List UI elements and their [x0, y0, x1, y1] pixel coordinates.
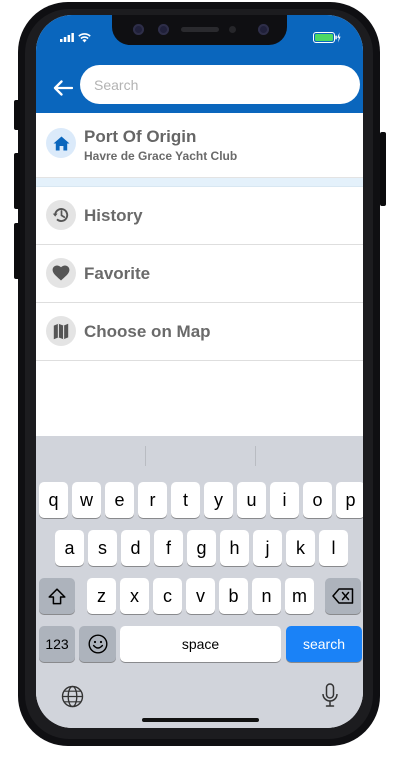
- status-bar: [36, 15, 363, 63]
- key-k[interactable]: k: [286, 530, 315, 566]
- history-icon-badge: [46, 200, 76, 230]
- origin-title: Port Of Origin: [84, 127, 197, 146]
- camera-notch: [112, 15, 287, 45]
- choose-on-map-item[interactable]: Choose on Map: [36, 303, 363, 361]
- key-d[interactable]: d: [121, 530, 150, 566]
- key-s[interactable]: s: [88, 530, 117, 566]
- key-q[interactable]: q: [39, 482, 68, 518]
- origin-subtitle: Havre de Grace Yacht Club: [84, 149, 238, 163]
- suggestion-divider: [145, 446, 146, 466]
- key-p[interactable]: p: [336, 482, 363, 518]
- key-i[interactable]: i: [270, 482, 299, 518]
- key-u[interactable]: u: [237, 482, 266, 518]
- volume-down-button: [14, 223, 20, 279]
- globe-icon[interactable]: [61, 685, 84, 708]
- cellular-signal-icon: [60, 33, 74, 42]
- key-n[interactable]: n: [252, 578, 281, 614]
- key-z[interactable]: z: [87, 578, 116, 614]
- back-button[interactable]: [48, 73, 78, 103]
- search-key[interactable]: search: [286, 626, 362, 662]
- search-box[interactable]: [80, 65, 360, 104]
- wifi-icon: [78, 33, 91, 43]
- backspace-key[interactable]: [325, 578, 361, 614]
- key-x[interactable]: x: [120, 578, 149, 614]
- favorite-item[interactable]: Favorite: [36, 245, 363, 303]
- history-label: History: [84, 206, 143, 225]
- favorite-icon-badge: [46, 258, 76, 288]
- key-m[interactable]: m: [285, 578, 314, 614]
- key-t[interactable]: t: [171, 482, 200, 518]
- key-w[interactable]: w: [72, 482, 101, 518]
- key-y[interactable]: y: [204, 482, 233, 518]
- key-r[interactable]: r: [138, 482, 167, 518]
- arrow-left-icon: [53, 80, 73, 96]
- numbers-key[interactable]: 123: [39, 626, 75, 662]
- key-e[interactable]: e: [105, 482, 134, 518]
- choose-on-map-label: Choose on Map: [84, 322, 211, 341]
- key-f[interactable]: f: [154, 530, 183, 566]
- face-id-camera-icon: [258, 24, 269, 35]
- key-h[interactable]: h: [220, 530, 249, 566]
- sensor-icon: [158, 24, 169, 35]
- emoji-key[interactable]: [79, 626, 116, 662]
- home-indicator[interactable]: [142, 718, 259, 722]
- history-icon: [52, 208, 69, 222]
- volume-up-button: [14, 153, 20, 209]
- microphone-icon[interactable]: [321, 683, 339, 709]
- map-icon-badge: [46, 316, 76, 346]
- earpiece-speaker: [181, 27, 219, 32]
- backspace-icon: [332, 588, 354, 604]
- home-icon: [53, 136, 69, 150]
- power-button: [380, 132, 386, 206]
- port-of-origin-item[interactable]: Port Of Origin Havre de Grace Yacht Club: [36, 113, 363, 178]
- search-header: [36, 63, 363, 113]
- space-key[interactable]: space: [120, 626, 281, 662]
- front-camera-icon: [133, 24, 144, 35]
- suggestion-list: Port Of Origin Havre de Grace Yacht Club…: [36, 113, 363, 361]
- emoji-icon: [87, 634, 108, 654]
- predictive-text-bar: [36, 436, 363, 478]
- shift-key[interactable]: [39, 578, 75, 614]
- key-l[interactable]: l: [319, 530, 348, 566]
- key-j[interactable]: j: [253, 530, 282, 566]
- search-input[interactable]: [80, 65, 360, 104]
- home-icon-badge: [46, 128, 76, 158]
- proximity-sensor-icon: [229, 26, 236, 33]
- key-g[interactable]: g: [187, 530, 216, 566]
- history-item[interactable]: History: [36, 187, 363, 245]
- section-divider: [36, 178, 363, 187]
- key-v[interactable]: v: [186, 578, 215, 614]
- heart-icon: [52, 265, 70, 281]
- battery-charging-icon: [313, 32, 341, 43]
- screen: Port Of Origin Havre de Grace Yacht Club…: [36, 15, 363, 728]
- key-c[interactable]: c: [153, 578, 182, 614]
- onscreen-keyboard: qwertyuiop asdfghjkl zxcvbnm 123 space s…: [36, 436, 363, 728]
- key-b[interactable]: b: [219, 578, 248, 614]
- favorite-label: Favorite: [84, 264, 151, 283]
- suggestion-divider: [255, 446, 256, 466]
- key-o[interactable]: o: [303, 482, 332, 518]
- shift-icon: [48, 587, 66, 604]
- silent-switch: [14, 100, 20, 130]
- map-icon: [53, 323, 69, 339]
- key-a[interactable]: a: [55, 530, 84, 566]
